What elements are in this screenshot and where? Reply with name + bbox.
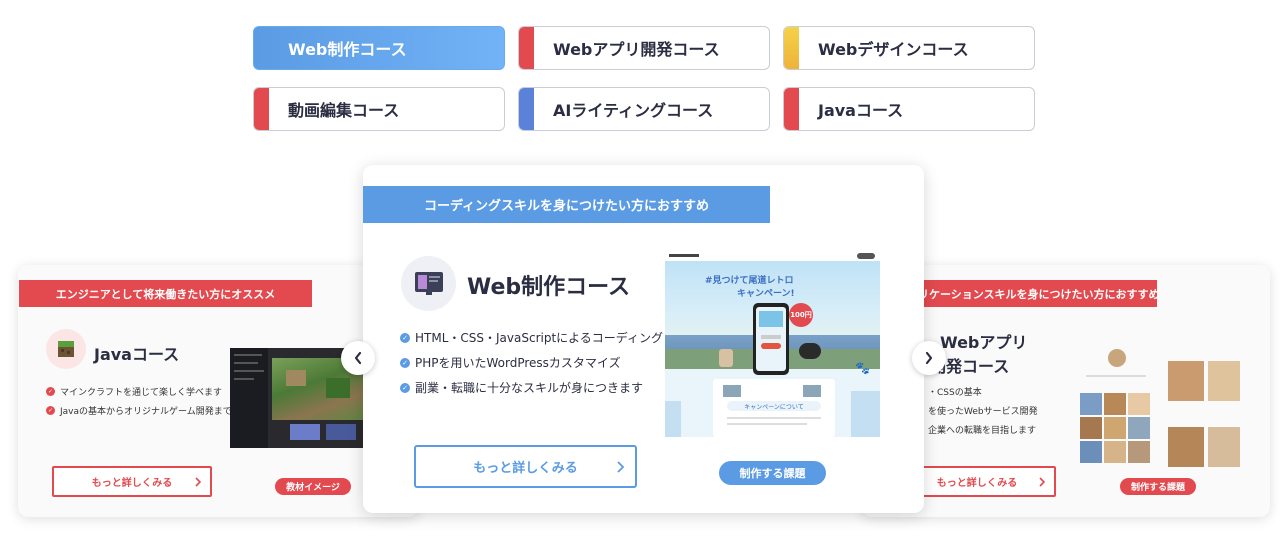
- more-details-button[interactable]: もっと詳しくみる: [52, 466, 212, 497]
- tab-web-design[interactable]: Webデザインコース: [783, 26, 1035, 70]
- feature-item: ✓ HTML・CSS・JavaScriptによるコーディング: [400, 325, 663, 350]
- feature-item: ✓ マインクラフトを通じて楽しく学べます: [46, 387, 223, 398]
- tab-ai-writing[interactable]: AIライティングコース: [518, 87, 770, 131]
- carousel-next-button[interactable]: [912, 341, 946, 375]
- feature-item: 企業への転職を目指します: [928, 426, 1037, 436]
- course-title: Javaコース: [94, 345, 180, 364]
- assignment-pill[interactable]: 制作する課題: [1120, 478, 1196, 495]
- tab-video-editing[interactable]: 動画編集コース: [253, 87, 505, 131]
- assignment-pill[interactable]: 制作する課題: [719, 461, 826, 485]
- course-title: Web制作コース: [467, 275, 631, 300]
- more-details-button[interactable]: もっと詳しくみる: [414, 445, 637, 488]
- chevron-right-icon: [617, 460, 625, 473]
- tab-java[interactable]: Javaコース: [783, 87, 1035, 131]
- preview-headline: #見つけて尾道レトロ: [705, 276, 794, 286]
- monitor-icon: [401, 256, 456, 311]
- chevron-left-icon: [354, 351, 362, 365]
- card-banner: コーディングスキルを身につけたい方におすすめ: [363, 186, 770, 223]
- tab-label: Web制作コース: [288, 40, 407, 59]
- course-card-java: エンジニアとして将来働きたい方にオススメ Javaコース ✓ マインクラフトを通じ…: [18, 265, 418, 517]
- check-icon: ✓: [400, 357, 410, 368]
- course-title-line1: Webアプリ: [940, 333, 1028, 352]
- feature-item: ✓ PHPを用いたWordPressカスタマイズ: [400, 350, 663, 375]
- feature-item: ✓ 副業・転職に十分なスキルが身につきます: [400, 375, 663, 400]
- minecraft-block-icon: [46, 329, 86, 369]
- feature-list: ・CSSの基本 を使ったWebサービス開発 企業への転職を目指します: [928, 382, 1038, 439]
- paw-icon: 🐾: [855, 361, 870, 375]
- feature-list: ✓ HTML・CSS・JavaScriptによるコーディング ✓ PHPを用いたWo…: [400, 325, 663, 400]
- preview-info-button: キャンペーンについて: [727, 401, 821, 411]
- chevron-right-icon: [195, 476, 202, 487]
- feature-item: を使ったWebサービス開発: [928, 407, 1038, 417]
- feature-list: ✓ マインクラフトを通じて楽しく学べます ✓ Javaの基本からオリジナルゲーム開発…: [46, 382, 232, 420]
- check-icon: ✓: [400, 332, 410, 343]
- feature-item: ✓ Javaの基本からオリジナルゲーム開発まで: [46, 406, 232, 417]
- tab-label: Webアプリ開発コース: [553, 40, 720, 59]
- chevron-right-icon: [925, 351, 933, 365]
- chevron-right-icon: [1039, 476, 1046, 487]
- material-image-pill[interactable]: 教材イメージ: [275, 478, 351, 495]
- tab-label: Webデザインコース: [818, 40, 969, 59]
- campaign-site-preview: #見つけて尾道レトロ キャンペーン! 100円 🐾 キャンペーンについて: [665, 251, 880, 437]
- tab-web-seisaku[interactable]: Web制作コース: [253, 26, 505, 70]
- check-icon: ✓: [46, 406, 55, 415]
- tab-web-app[interactable]: Webアプリ開発コース: [518, 26, 770, 70]
- feature-item: ・CSSの基本: [928, 388, 982, 398]
- tab-label: AIライティングコース: [553, 101, 714, 120]
- check-icon: ✓: [400, 382, 410, 393]
- preview-subheadline: キャンペーン!: [737, 289, 795, 299]
- check-icon: ✓: [46, 387, 55, 396]
- web-app-screenshot: [1076, 327, 1242, 473]
- carousel-prev-button[interactable]: [341, 341, 375, 375]
- course-card-web-seisaku: コーディングスキルを身につけたい方におすすめ Web制作コース ✓ HTML・CS…: [363, 165, 924, 513]
- card-banner: エンジニアとして将来働きたい方にオススメ: [19, 280, 312, 307]
- tab-label: Javaコース: [818, 101, 904, 120]
- price-badge: 100円: [789, 303, 813, 327]
- tab-label: 動画編集コース: [288, 101, 400, 120]
